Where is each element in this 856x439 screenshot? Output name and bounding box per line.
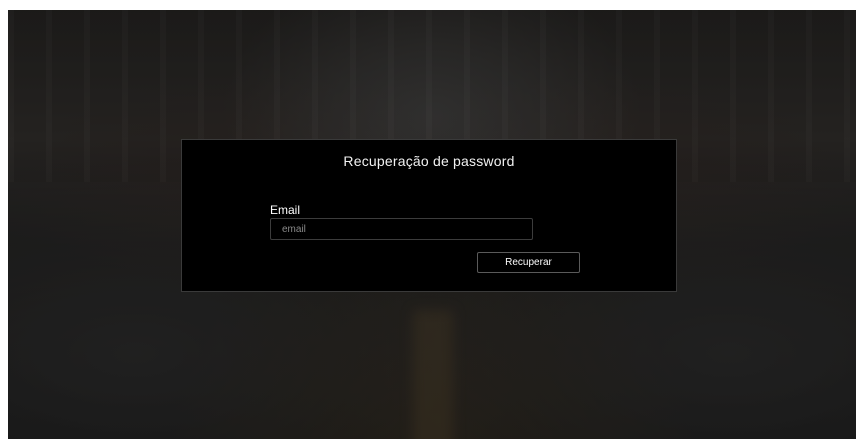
- recover-button[interactable]: Recuperar: [477, 252, 580, 273]
- password-recovery-modal: Recuperação de password Email Recuperar: [181, 139, 677, 292]
- email-field[interactable]: [270, 218, 533, 240]
- modal-title: Recuperação de password: [343, 153, 515, 169]
- email-label: Email: [270, 203, 301, 217]
- page-viewport: Recuperação de password Email Recuperar: [8, 10, 856, 439]
